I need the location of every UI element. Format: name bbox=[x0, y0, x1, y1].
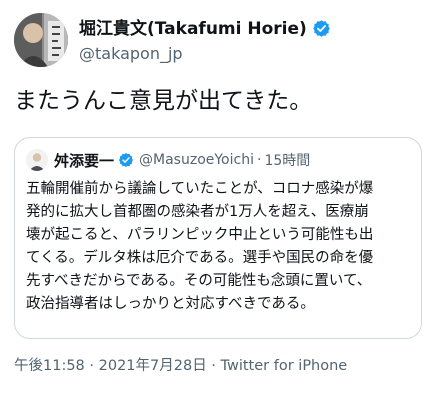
author-avatar-image bbox=[14, 13, 68, 67]
verified-badge-icon bbox=[312, 19, 331, 38]
quoted-tweet-header: 舛添要一 @MasuzoeYoichi · 15時間 bbox=[26, 148, 310, 172]
tweet-source[interactable]: Twitter for iPhone bbox=[221, 358, 348, 374]
author-handle[interactable]: @takapon_jp bbox=[79, 44, 331, 63]
tweet-metadata: 午後11:58 · 2021年7月28日 · Twitter for iPhon… bbox=[14, 354, 347, 375]
quoted-separator: · bbox=[256, 152, 262, 168]
quoted-tweet-card[interactable]: 舛添要一 @MasuzoeYoichi · 15時間 五輪開催前から議論していた… bbox=[14, 137, 422, 339]
tweet-date[interactable]: 2021年7月28日 bbox=[99, 358, 207, 374]
tweet-screenshot: 堀江貴文(Takafumi Horie) @takapon_jp またうんこ意見… bbox=[0, 0, 437, 400]
meta-separator: · bbox=[206, 358, 221, 374]
quoted-author-avatar-image bbox=[26, 149, 48, 171]
quoted-verified-badge-icon bbox=[118, 152, 134, 168]
author-avatar[interactable] bbox=[14, 13, 68, 67]
quoted-tweet-text: 五輪開催前から議論していたことが、コロナ感染が爆 発的に拡大し首都圏の感染者が1… bbox=[26, 178, 410, 316]
quoted-text-line: 先すべきだからである。その可能性も念頭に置いて、 bbox=[26, 273, 372, 289]
tweet-text: またうんこ意見が出てきた。 bbox=[14, 88, 313, 114]
quoted-text-line: てくる。デルタ株は厄介である。選手や国民の命を優 bbox=[26, 250, 374, 266]
quoted-text-line: 政治指導者はしっかりと対応すべきである。 bbox=[26, 296, 315, 312]
meta-separator: · bbox=[84, 358, 99, 374]
quoted-text-line: 五輪開催前から議論していたことが、コロナ感染が爆 bbox=[26, 181, 374, 197]
quoted-timestamp[interactable]: 15時間 bbox=[264, 150, 310, 170]
quoted-author-display-name[interactable]: 舛添要一 bbox=[54, 150, 114, 171]
author-info: 堀江貴文(Takafumi Horie) @takapon_jp bbox=[79, 18, 331, 63]
quoted-author-avatar[interactable] bbox=[26, 149, 48, 171]
quoted-text-line: 壊が起こると、パラリンピック中止という可能性も出 bbox=[26, 227, 374, 243]
author-name-row: 堀江貴文(Takafumi Horie) bbox=[79, 18, 331, 40]
tweet-time[interactable]: 午後11:58 bbox=[14, 358, 85, 374]
quoted-text-line: 発的に拡大し首都圏の感染者が1万人を超え、医療崩 bbox=[26, 204, 369, 220]
quoted-author-handle[interactable]: @MasuzoeYoichi bbox=[139, 152, 254, 168]
tweet-header: 堀江貴文(Takafumi Horie) @takapon_jp bbox=[14, 10, 424, 70]
author-display-name[interactable]: 堀江貴文(Takafumi Horie) bbox=[79, 18, 307, 40]
